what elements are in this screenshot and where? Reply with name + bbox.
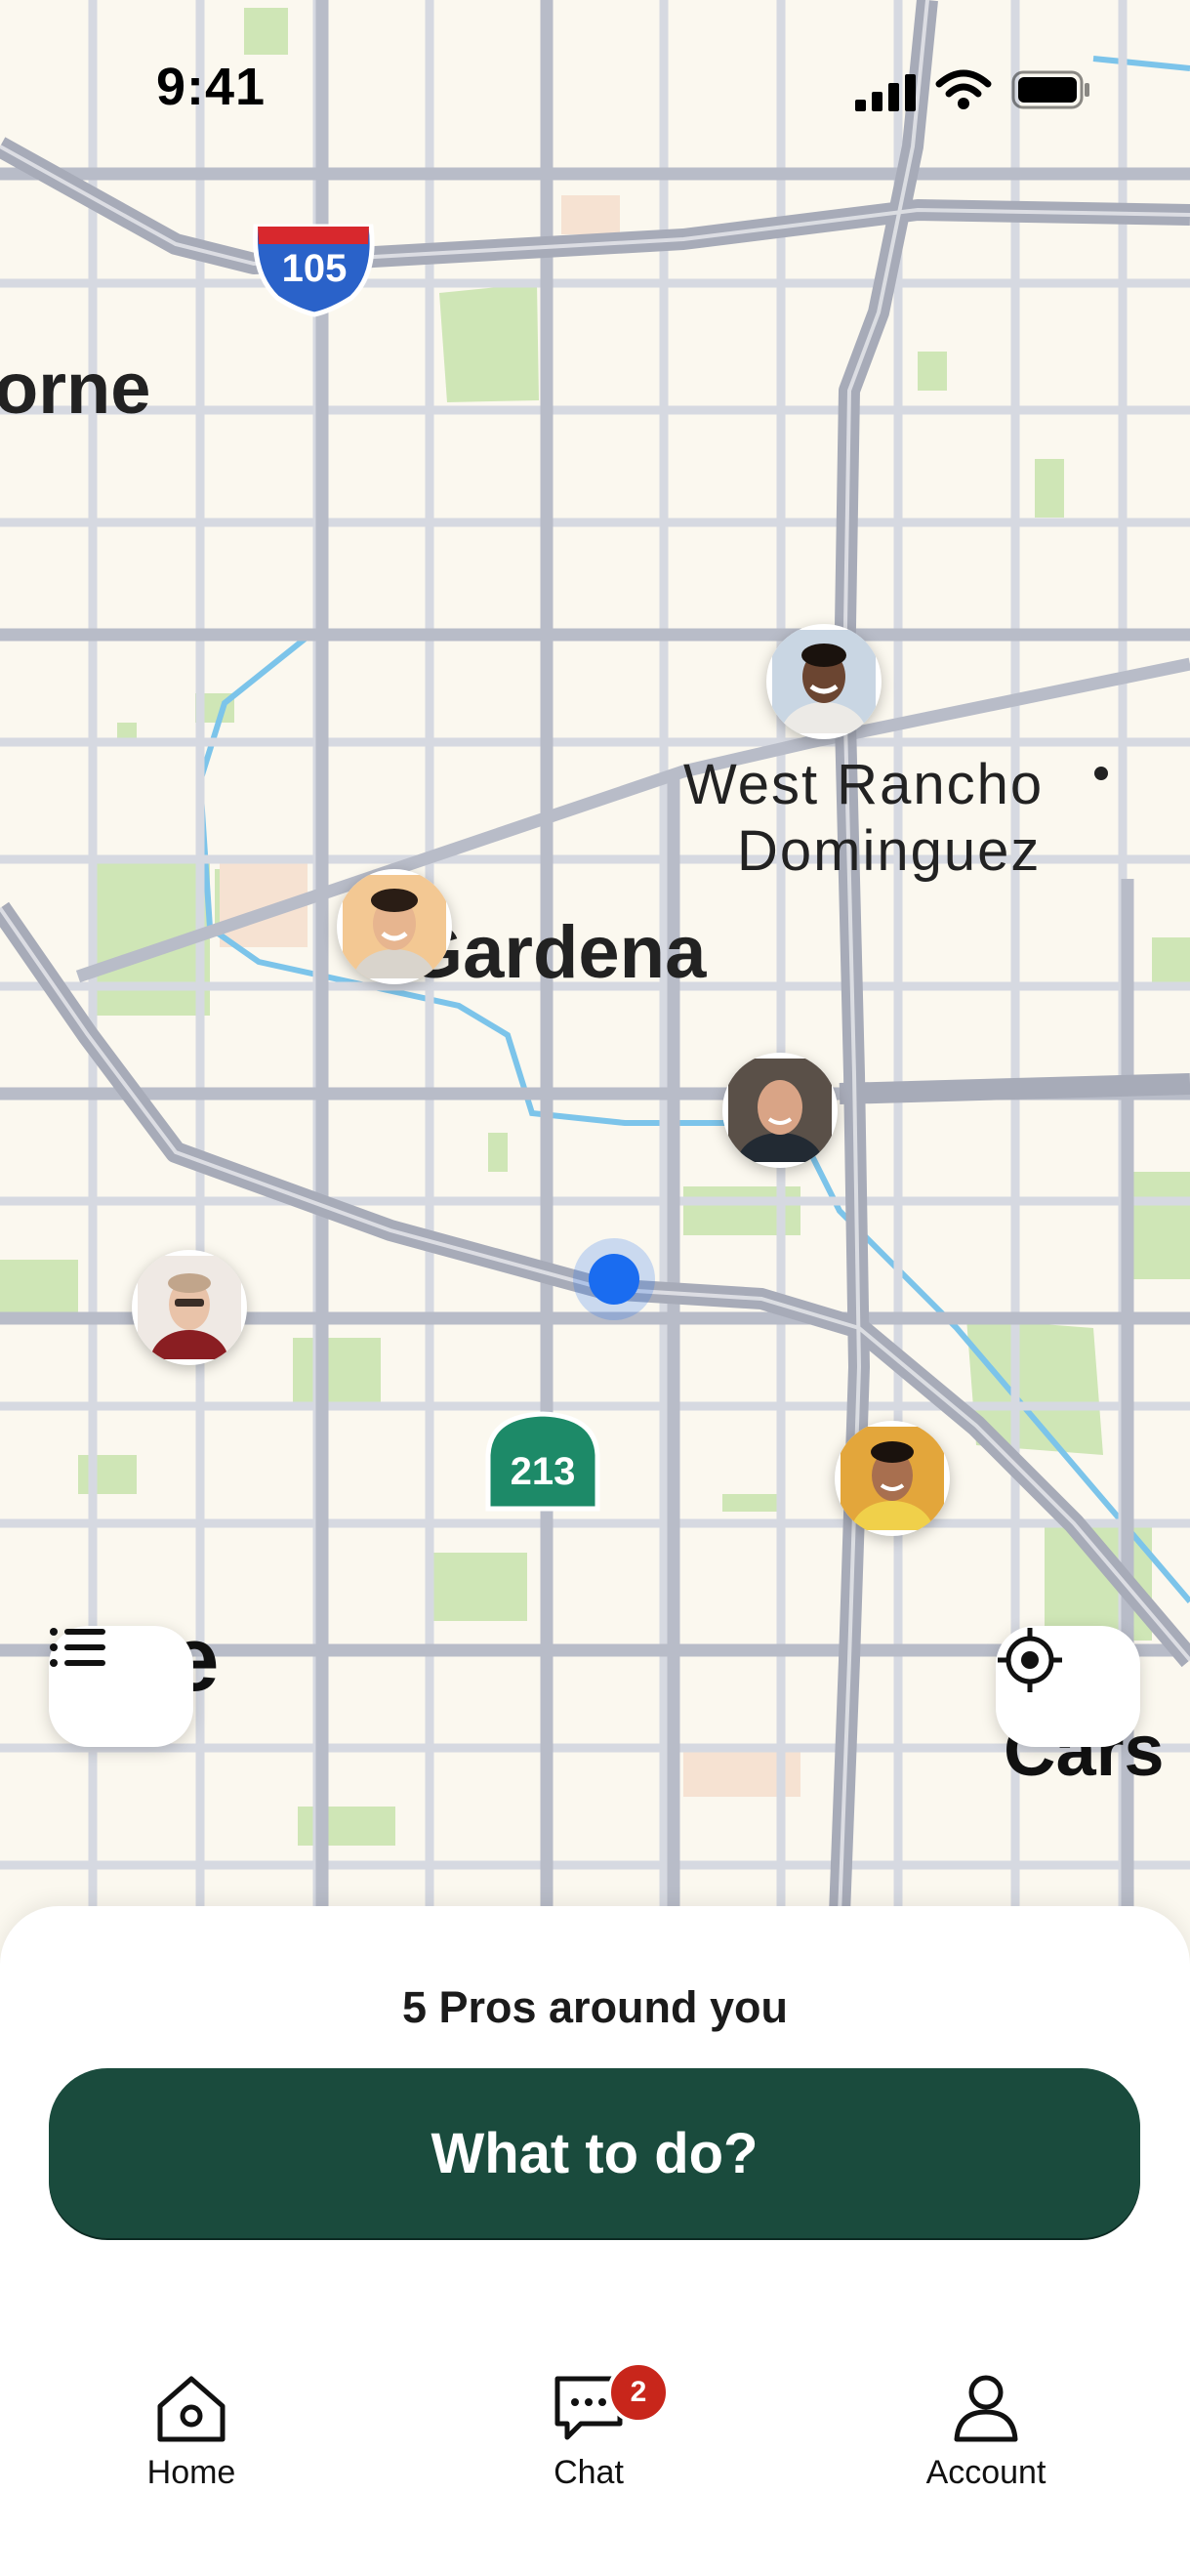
tab-chat-label: Chat xyxy=(554,2454,624,2491)
status-time: 9:41 xyxy=(156,58,267,116)
signal-icon xyxy=(855,74,916,111)
avatar xyxy=(728,1059,832,1162)
status-bar: 9:41 xyxy=(0,0,1190,166)
battery-icon xyxy=(1011,70,1089,109)
interstate-number: 105 xyxy=(282,247,348,290)
wifi-icon xyxy=(935,69,992,109)
home-icon xyxy=(157,2376,226,2442)
place-label-top-left: orne xyxy=(0,348,151,429)
pros-count-label: 5 Pros around you xyxy=(401,1982,789,2032)
user-location-dot xyxy=(573,1238,655,1320)
map-view[interactable]: 105 213 orne West Rancho Dominguez Garde… xyxy=(0,0,1190,1914)
recenter-location-button[interactable] xyxy=(996,1626,1140,1747)
tab-account[interactable]: Account xyxy=(859,2373,1113,2492)
pro-pin[interactable] xyxy=(766,624,882,739)
chat-unread-badge: 2 xyxy=(607,2361,670,2424)
list-view-button[interactable] xyxy=(49,1626,193,1747)
pro-pin[interactable] xyxy=(132,1250,247,1365)
tab-account-label: Account xyxy=(925,2454,1046,2491)
tab-home[interactable]: Home xyxy=(64,2373,318,2492)
avatar xyxy=(343,875,446,978)
list-icon xyxy=(50,1628,105,1667)
locate-icon xyxy=(998,1628,1062,1692)
account-icon xyxy=(954,2375,1018,2442)
avatar xyxy=(772,630,876,733)
tab-home-label: Home xyxy=(146,2454,236,2491)
pro-pin[interactable] xyxy=(835,1421,950,1536)
tab-chat[interactable]: Chat xyxy=(462,2373,716,2492)
avatar xyxy=(841,1427,944,1530)
avatar xyxy=(138,1256,241,1359)
pro-pin[interactable] xyxy=(337,869,452,984)
place-label-west-rancho: West Rancho xyxy=(683,753,1045,816)
what-to-do-button[interactable]: What to do? xyxy=(49,2068,1140,2238)
place-label-dominguez: Dominguez xyxy=(737,819,1042,883)
pro-pin[interactable] xyxy=(722,1053,838,1168)
state-route-shield: 213 xyxy=(485,1411,600,1512)
state-route-number: 213 xyxy=(511,1450,576,1493)
